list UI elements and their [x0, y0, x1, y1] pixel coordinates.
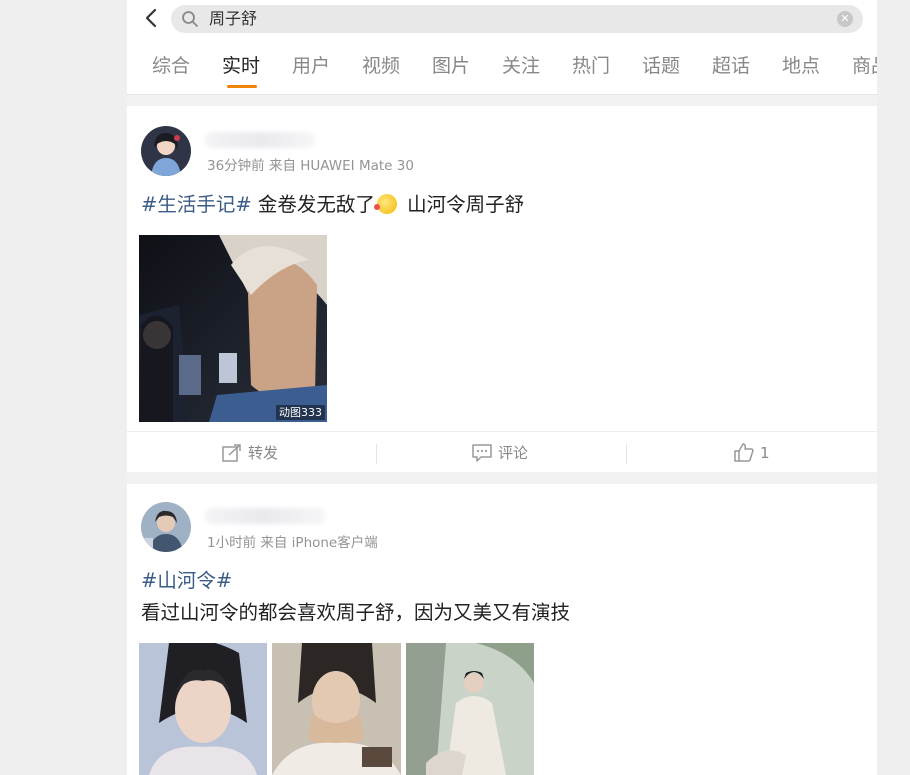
- comment-button[interactable]: 评论: [472, 432, 528, 473]
- post-image[interactable]: 动图333: [139, 235, 327, 422]
- comment-icon: [472, 443, 492, 462]
- post-actions: 转发 评论 1: [127, 431, 877, 473]
- action-divider: [626, 444, 627, 464]
- hashtag-link[interactable]: #山河令#: [141, 569, 232, 592]
- tab-images[interactable]: 图片: [432, 53, 470, 79]
- tab-hot[interactable]: 热门: [572, 53, 610, 79]
- post-card: 1小时前 来自 iPhone客户端 #山河令# 看过山河令的都会喜欢周子舒，因为…: [127, 484, 877, 775]
- post-image[interactable]: [139, 643, 267, 775]
- post-content: 看过山河令的都会喜欢周子舒，因为又美又有演技: [141, 601, 571, 624]
- comment-label: 评论: [498, 444, 529, 462]
- back-button[interactable]: [139, 6, 163, 30]
- post-meta: 1小时前 来自 iPhone客户端: [207, 535, 378, 551]
- tab-users[interactable]: 用户: [292, 53, 330, 79]
- repost-button[interactable]: 转发: [222, 432, 278, 473]
- clear-search-button[interactable]: ✕: [837, 11, 853, 27]
- tab-super-topics[interactable]: 超话: [712, 53, 750, 79]
- avatar[interactable]: [141, 126, 191, 176]
- tab-topics[interactable]: 话题: [642, 53, 680, 79]
- like-button[interactable]: 1: [734, 432, 770, 473]
- action-divider: [376, 444, 377, 464]
- post-image[interactable]: [406, 643, 534, 775]
- active-tab-indicator: [227, 85, 257, 88]
- post-text-part: 山河令周子舒: [400, 193, 525, 216]
- post-hashtag-line: #山河令#: [141, 568, 232, 594]
- search-icon: [182, 11, 198, 27]
- repost-icon: [222, 443, 241, 462]
- chevron-left-icon: [145, 8, 157, 28]
- avatar[interactable]: [141, 502, 191, 552]
- username-blurred[interactable]: [205, 132, 315, 148]
- kiss-emoji-icon: [373, 194, 397, 214]
- tab-places[interactable]: 地点: [782, 53, 820, 79]
- tab-products[interactable]: 商品: [852, 53, 877, 79]
- post-meta: 36分钟前 来自 HUAWEI Mate 30: [207, 158, 414, 174]
- tab-videos[interactable]: 视频: [362, 53, 400, 79]
- username-blurred[interactable]: [205, 508, 325, 524]
- tab-following[interactable]: 关注: [502, 53, 540, 79]
- post-card: 36分钟前 来自 HUAWEI Mate 30 #生活手记# 金卷发无敌了 山河…: [127, 106, 877, 472]
- hashtag-link[interactable]: #生活手记#: [141, 193, 252, 216]
- post-image[interactable]: [272, 643, 401, 775]
- search-query: 周子舒: [209, 9, 258, 28]
- like-count: 1: [760, 443, 770, 462]
- close-icon: ✕: [840, 12, 850, 25]
- tab-comprehensive[interactable]: 综合: [152, 53, 190, 79]
- search-header: 周子舒 ✕ 综合 实时 用户 视频 图片 关注 热门 话题 超话 地点 商品: [127, 0, 877, 95]
- weibo-frame: 周子舒 ✕ 综合 实时 用户 视频 图片 关注 热门 话题 超话 地点 商品: [127, 0, 877, 775]
- thumbs-up-icon: [734, 443, 754, 462]
- search-input[interactable]: 周子舒 ✕: [171, 5, 863, 33]
- tab-realtime[interactable]: 实时: [222, 53, 260, 79]
- gif-badge: 动图333: [276, 405, 325, 420]
- post-content: #生活手记# 金卷发无敌了 山河令周子舒: [141, 192, 524, 218]
- post-text-part: 金卷发无敌了: [251, 193, 375, 216]
- repost-label: 转发: [248, 444, 279, 462]
